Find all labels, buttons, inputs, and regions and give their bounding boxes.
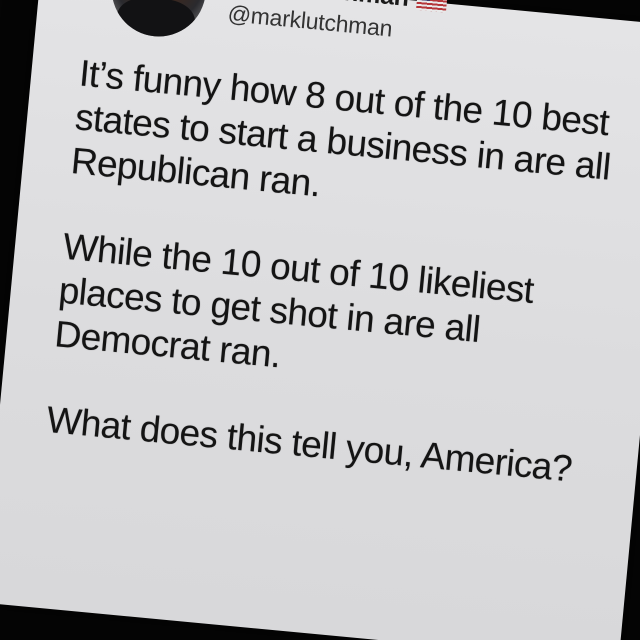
tweet-paragraph-3: What does this tell you, America?: [44, 398, 574, 490]
tweet-paragraph-1: It’s funny how 8 out of the 10 best stat…: [69, 52, 613, 205]
tweet-body: It’s funny how 8 out of the 10 best stat…: [41, 51, 640, 540]
avatar-shirt: [114, 0, 197, 41]
tweet-paragraph-2: While the 10 out of 10 likeliest places …: [52, 225, 536, 376]
tweet: Mark Lutchman @marklutchman It’s funny h…: [0, 0, 640, 640]
us-flag-icon: [415, 0, 448, 13]
screenshot-stage: Mark Lutchman @marklutchman It’s funny h…: [0, 0, 640, 640]
avatar[interactable]: [107, 0, 210, 41]
flag-canton: [416, 0, 431, 1]
